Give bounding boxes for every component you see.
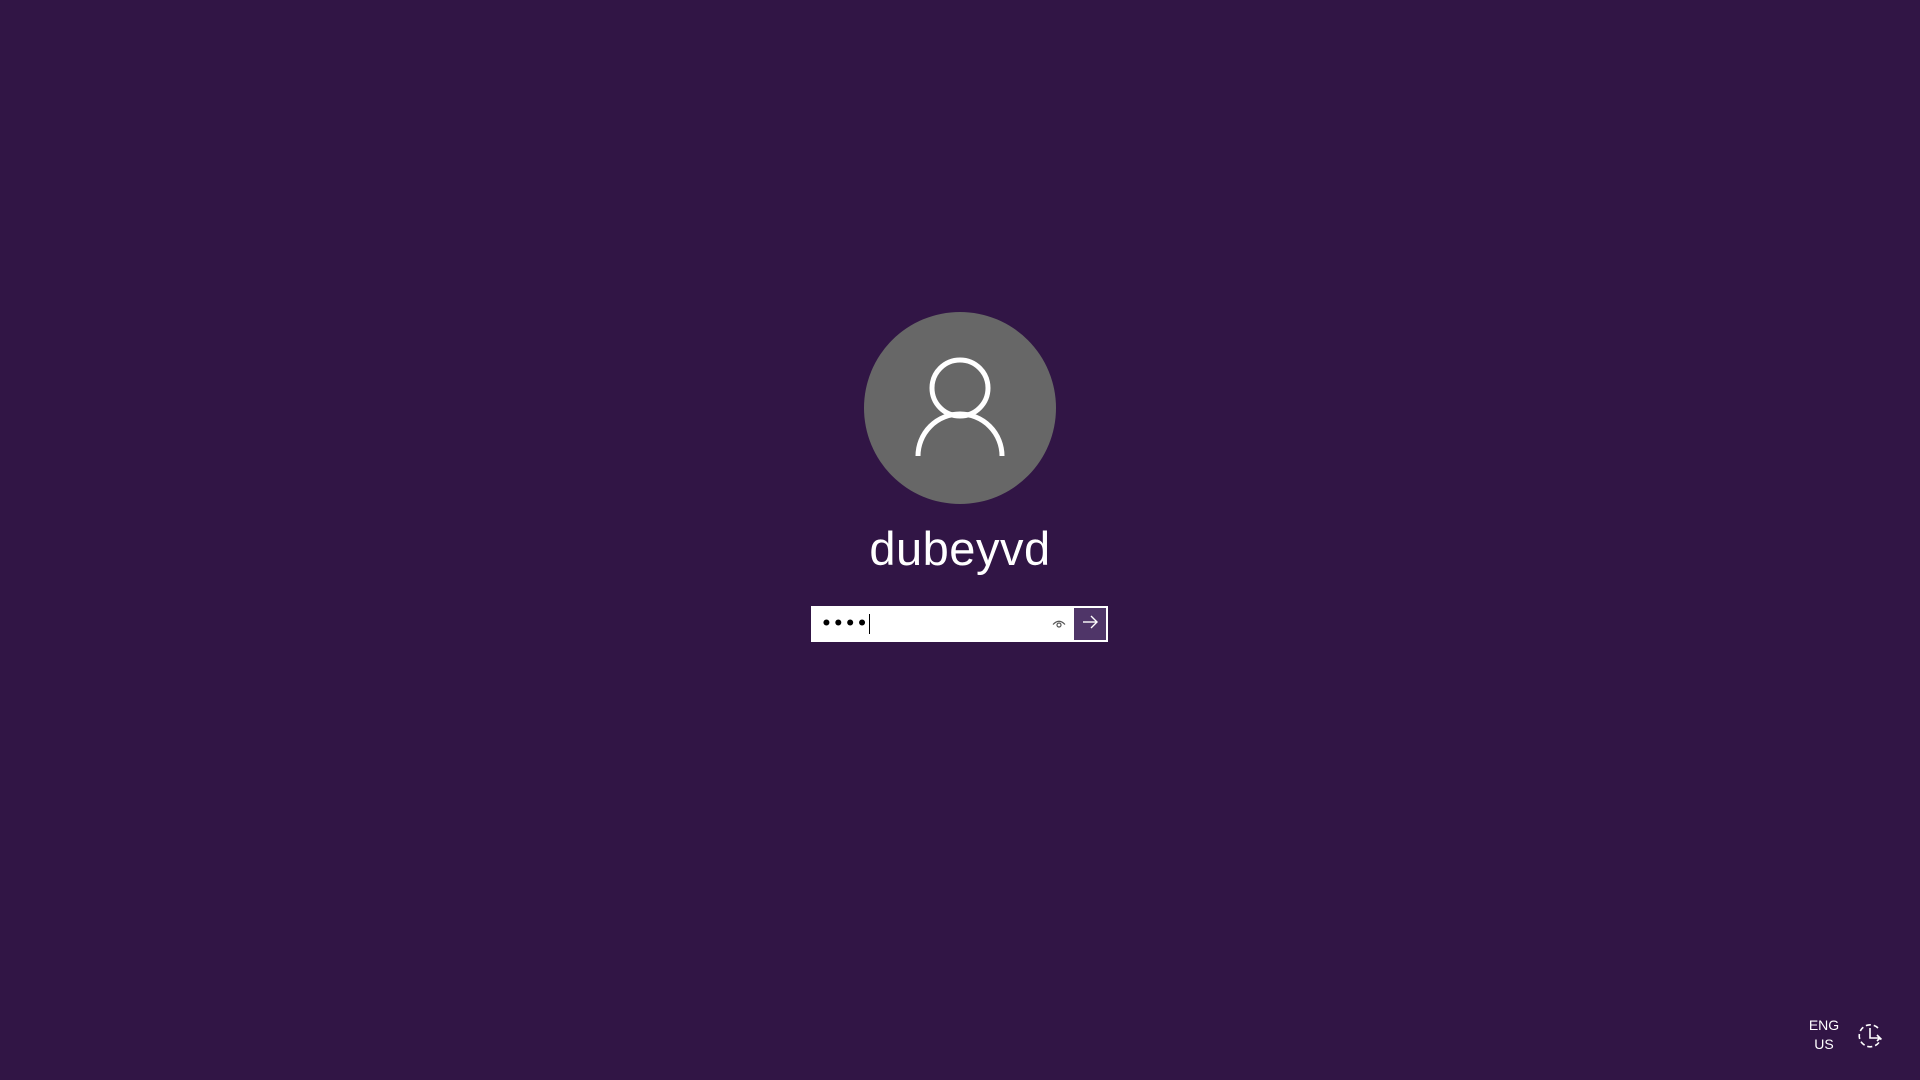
password-masked-value: •••• bbox=[821, 614, 869, 634]
user-silhouette-icon bbox=[914, 356, 1006, 460]
submit-button[interactable] bbox=[1074, 608, 1106, 640]
password-input[interactable]: •••• bbox=[813, 608, 1044, 640]
arrow-right-icon bbox=[1082, 615, 1098, 634]
username-label: dubeyvd bbox=[869, 522, 1051, 575]
input-language-indicator[interactable]: ENG US bbox=[1800, 1016, 1848, 1054]
language-code: ENG bbox=[1808, 1017, 1840, 1033]
lock-screen: dubeyvd •••• ENG US bbox=[0, 0, 1920, 1080]
ease-of-access-icon[interactable] bbox=[1852, 1018, 1888, 1054]
eye-icon[interactable] bbox=[1044, 608, 1074, 640]
avatar bbox=[864, 312, 1056, 504]
language-region: US bbox=[1814, 1036, 1834, 1052]
text-caret bbox=[869, 614, 871, 634]
password-field-container: •••• bbox=[811, 606, 1108, 642]
